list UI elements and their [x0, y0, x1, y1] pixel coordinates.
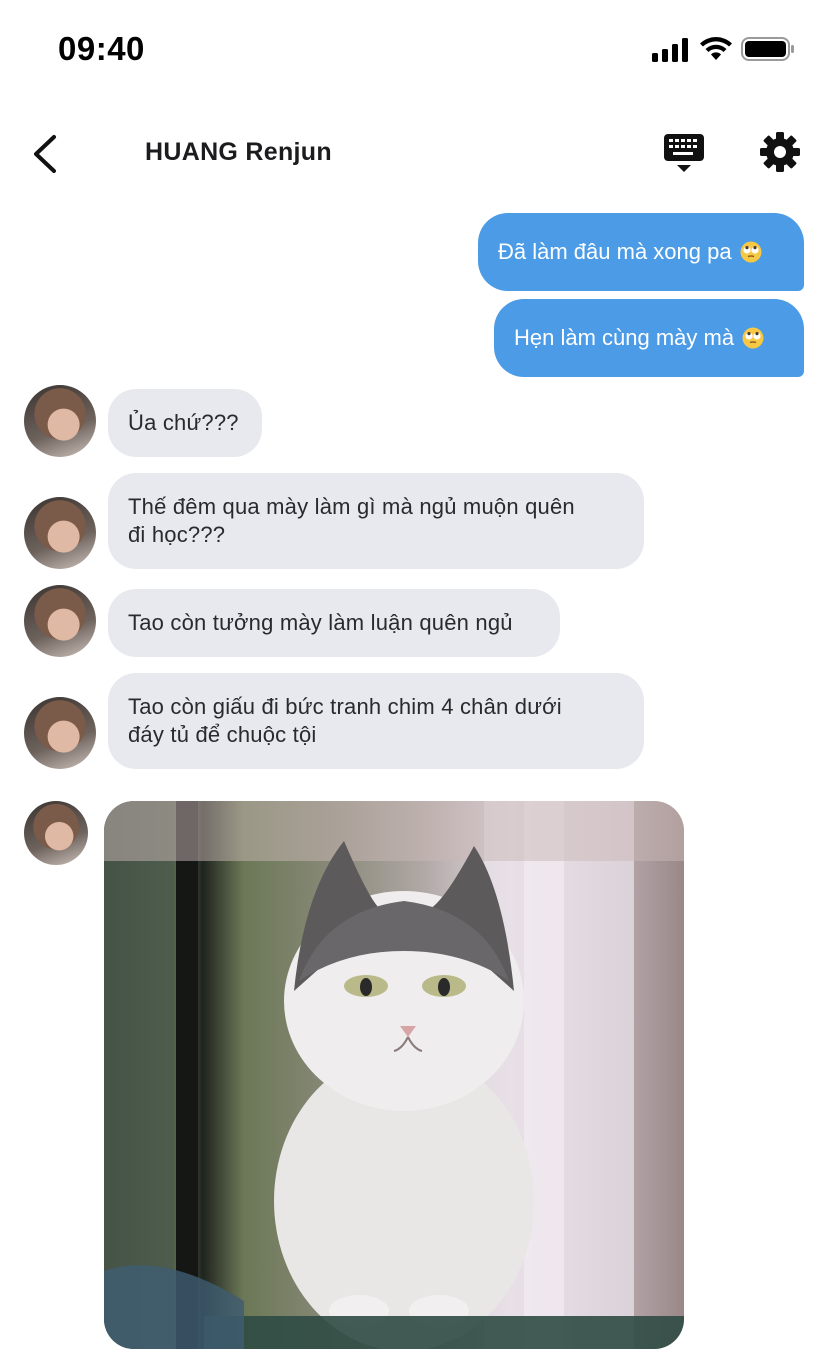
status-bar: 09:40: [0, 0, 828, 100]
eye-roll-emoji: [742, 327, 764, 349]
cellular-signal-icon: [652, 38, 688, 62]
chat-title: HUANG Renjun: [145, 138, 332, 166]
avatar[interactable]: [24, 801, 88, 865]
message-text: Hẹn làm cùng mày mà: [514, 325, 735, 350]
outgoing-message[interactable]: Đã làm đâu mà xong pa: [478, 213, 804, 291]
keyboard-button[interactable]: [662, 132, 708, 176]
gear-icon: [760, 132, 800, 172]
chevron-left-icon: [34, 135, 56, 173]
message-line: đáy tủ để chuộc tội: [128, 722, 317, 747]
cat-photo-illustration: [104, 801, 684, 1349]
message-text: Đã làm đâu mà xong pa: [498, 239, 732, 264]
outgoing-message[interactable]: Hẹn làm cùng mày mà: [494, 299, 804, 377]
settings-button[interactable]: [758, 130, 802, 174]
wifi-icon: [700, 37, 732, 60]
incoming-message[interactable]: Thế đêm qua mày làm gì mà ngủ muộn quên …: [108, 473, 644, 569]
message-line: Tao còn giấu đi bức tranh chim 4 chân dư…: [128, 694, 562, 719]
back-button[interactable]: [26, 132, 66, 176]
message-text: Ủa chứ???: [128, 410, 239, 435]
status-time: 09:40: [58, 30, 145, 67]
incoming-message[interactable]: Ủa chứ???: [108, 389, 262, 457]
message-text: Tao còn tưởng mày làm luận quên ngủ: [128, 610, 513, 635]
incoming-message[interactable]: Tao còn giấu đi bức tranh chim 4 chân dư…: [108, 673, 644, 769]
battery-icon: [741, 37, 794, 61]
message-line: đi học???: [128, 522, 226, 547]
avatar[interactable]: [24, 385, 96, 457]
avatar[interactable]: [24, 585, 96, 657]
message-line: Thế đêm qua mày làm gì mà ngủ muộn quên: [128, 494, 575, 519]
avatar[interactable]: [24, 697, 96, 769]
eye-roll-emoji: [740, 241, 762, 263]
chat-header: HUANG Renjun: [0, 110, 828, 200]
avatar[interactable]: [24, 497, 96, 569]
incoming-message[interactable]: Tao còn tưởng mày làm luận quên ngủ: [108, 589, 560, 657]
keyboard-icon: [664, 134, 704, 172]
cat-photo[interactable]: [104, 801, 684, 1349]
